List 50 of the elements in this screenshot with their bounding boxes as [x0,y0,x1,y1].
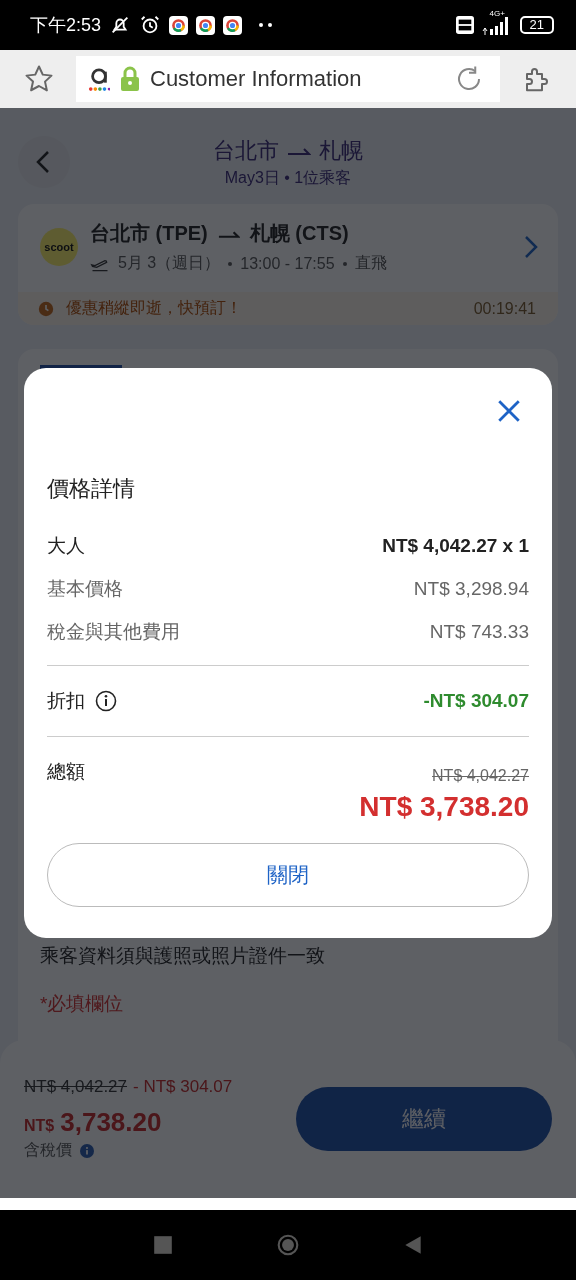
flight-date: 5月 3（週日） [118,253,221,273]
browser-app-icon [169,15,189,35]
dialog-title: 價格詳情 [47,475,136,503]
total-label: 總額 [47,760,85,784]
address-bar[interactable]: Customer Information [76,56,500,102]
fare-amount: -NT$ 304.07 [423,690,529,712]
close-button[interactable]: 關閉 [47,843,529,907]
lock-icon [120,66,140,92]
required-note: *必填欄位 [40,992,125,1016]
close-icon[interactable] [496,398,522,424]
fare-label: 折扣 [47,689,85,713]
origin-city: 台北市 [213,136,279,165]
volte-icon [455,16,474,34]
clock-icon [38,300,54,317]
total-price: NT$ 3,738.20 [359,791,529,823]
flight-time: 13:00 - 17:55 [240,254,335,273]
currency-label: NT$ [24,1117,55,1135]
trip-summary: May3日 • 1位乘客 [224,167,352,188]
info-icon[interactable] [95,690,117,712]
recent-apps-icon[interactable] [151,1234,174,1256]
total-price: 3,738.20 [60,1107,162,1138]
destination-airport: 札幌 (CTS) [249,221,349,246]
fare-amount: NT$ 743.33 [429,620,529,643]
chevron-right-icon [524,235,538,259]
fare-label: 大人 [47,533,85,558]
battery-indicator: 21 [519,16,554,34]
passenger-note: 乘客資料須與護照或照片證件一致 [40,944,326,968]
fare-label: 基本價格 [47,576,123,601]
fare-amount: NT$ 4,042.27 x 1 [382,534,529,557]
original-price: NT$ 4,042.27 [432,767,529,785]
origin-airport: 台北市 (TPE) [90,221,208,246]
destination-city: 札幌 [319,136,363,165]
browser-app-icon [196,15,216,35]
tax-label: 含稅價 [24,1140,72,1160]
site-logo-icon [88,66,110,92]
browser-app-icon [223,15,243,35]
fare-label: 稅金與其他費用 [47,619,180,644]
more-dots-icon [258,22,275,28]
alarm-icon [139,14,162,36]
fare-amount: NT$ 3,298.94 [413,577,529,600]
clock-time: 下午2:53 [30,14,102,37]
network-label: 4G+ [489,9,505,18]
flight-type: 直飛 [354,253,387,273]
home-icon[interactable] [277,1234,299,1256]
countdown-timer: 00:19:41 [473,299,536,318]
airline-logo: scoot [40,228,78,266]
bookmark-star-icon[interactable] [24,64,54,94]
discount-amount: - NT$ 304.07 [133,1077,233,1097]
page-title: Customer Information [150,66,363,92]
original-price: NT$ 4,042.27 [24,1077,127,1097]
